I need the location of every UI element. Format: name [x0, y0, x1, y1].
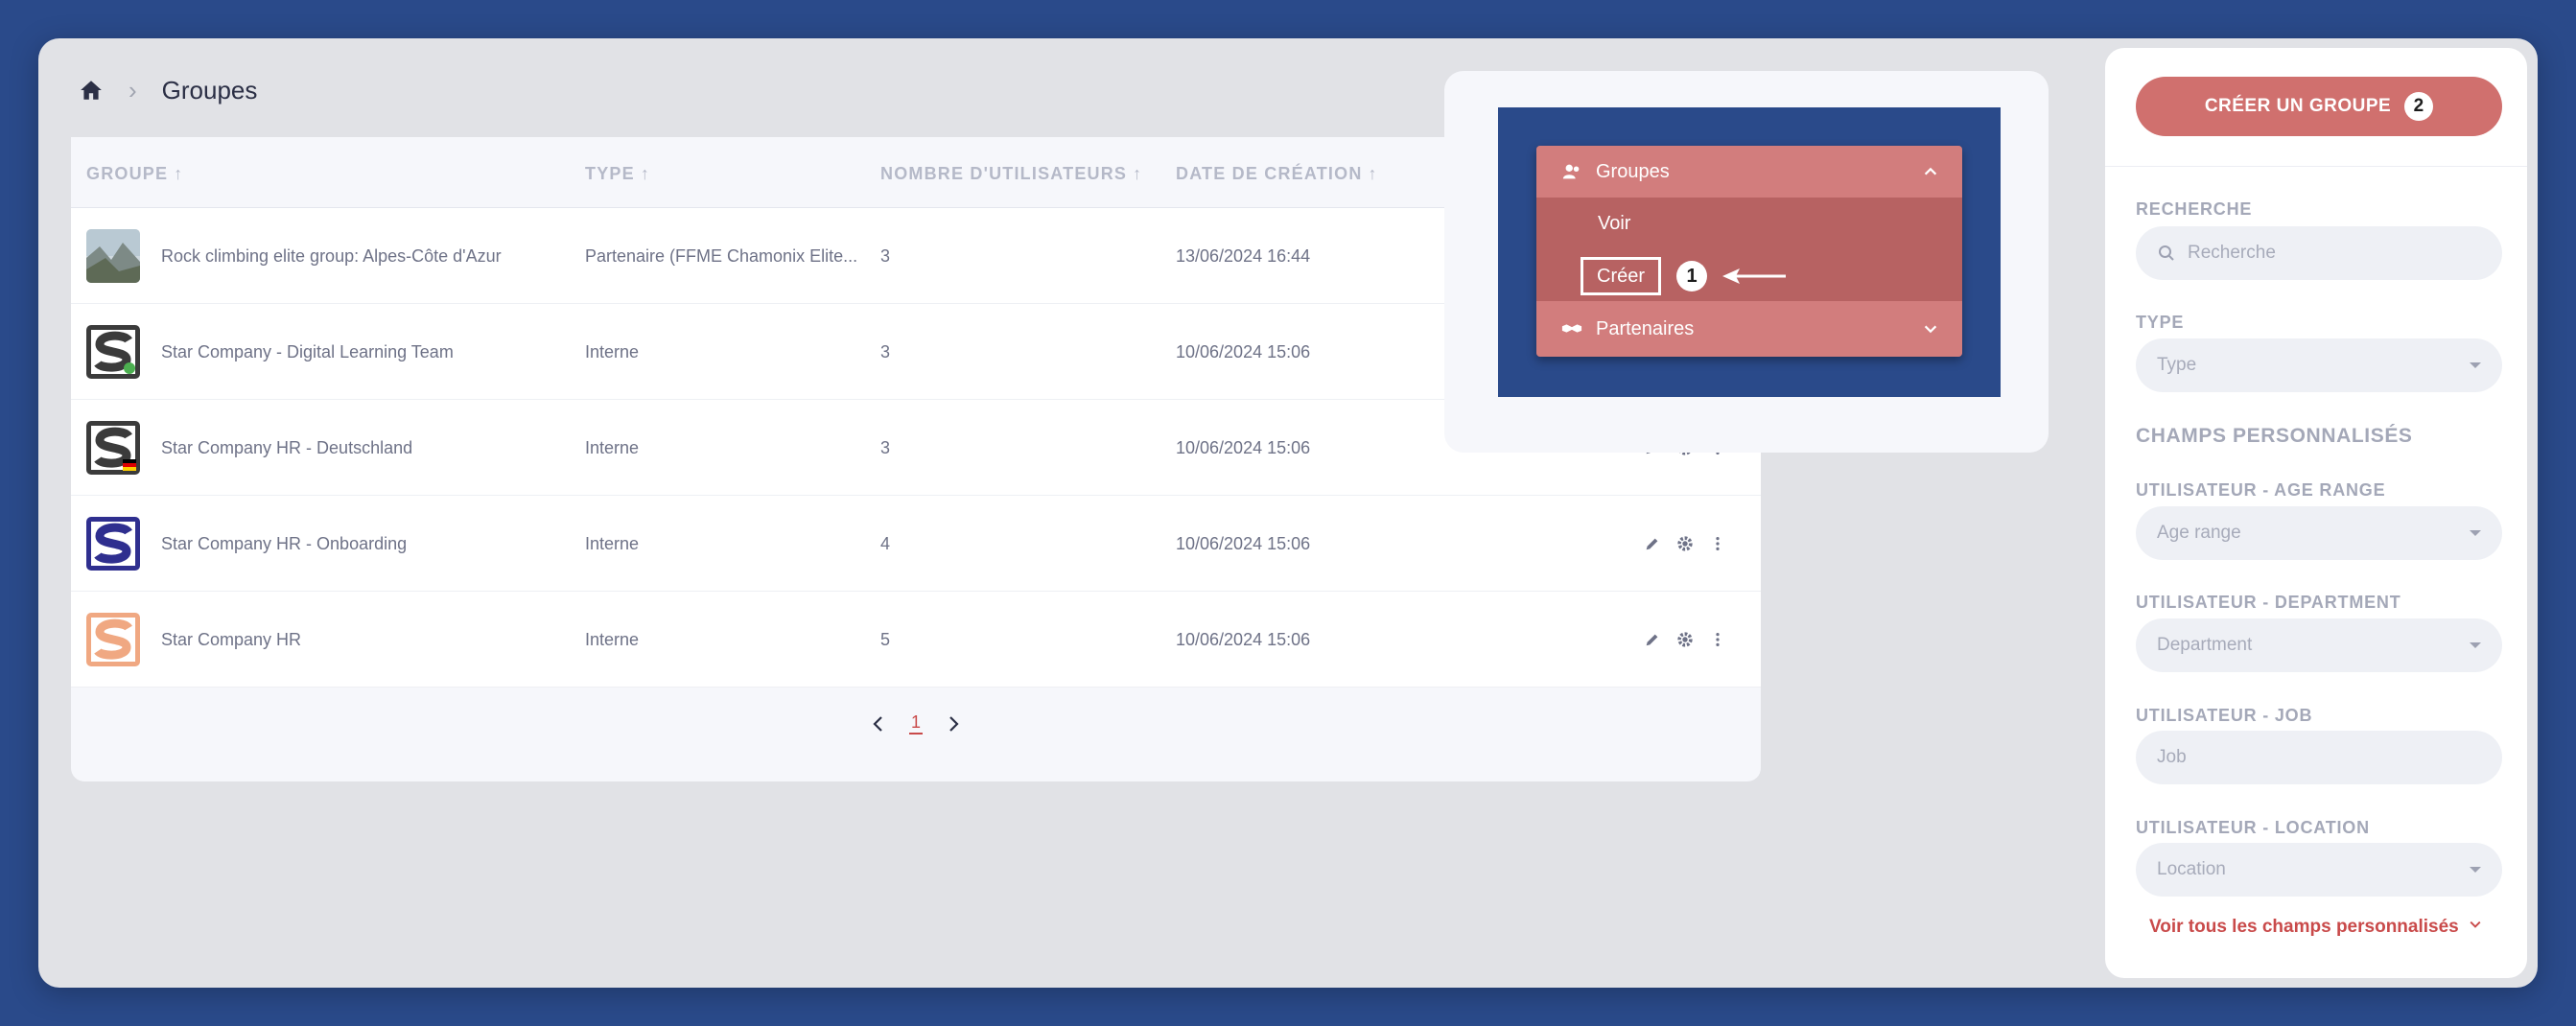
- search-icon: [2157, 244, 2176, 263]
- group-type: Partenaire (FFME Chamonix Elite...: [585, 245, 858, 266]
- age-range-select[interactable]: Age range: [2136, 506, 2502, 560]
- app-window: › Groupes GROUPE ↑ TYPE ↑ NOMBRE D'UTILISA…: [38, 38, 2538, 988]
- job-placeholder: Job: [2157, 747, 2187, 767]
- caret-down-icon: [2470, 362, 2481, 368]
- step-badge: 1: [1676, 261, 1707, 291]
- chevron-down-icon: [2468, 917, 2483, 938]
- star-company-logo-icon: [86, 421, 140, 475]
- row-actions: [1644, 592, 1726, 688]
- menu-item-label: Voir: [1598, 212, 1631, 234]
- menu-section-partenaires[interactable]: Partenaires: [1536, 301, 1962, 357]
- group-type: Interne: [585, 533, 640, 553]
- menu-item-voir[interactable]: Voir: [1536, 198, 1962, 249]
- create-group-button[interactable]: CRÉER UN GROUPE 2: [2136, 77, 2502, 136]
- group-users: 5: [880, 629, 891, 649]
- caret-down-icon: [2470, 530, 2481, 536]
- home-icon[interactable]: [79, 78, 104, 103]
- caret-down-icon: [2470, 867, 2481, 873]
- group-users: 4: [880, 533, 891, 553]
- group-type: Interne: [585, 341, 640, 361]
- table-row[interactable]: Star Company HR - Onboarding Interne 4 1…: [71, 496, 1761, 592]
- table-row[interactable]: Star Company HR Interne 5 10/06/2024 15:…: [71, 592, 1761, 688]
- group-name[interactable]: Star Company - Digital Learning Team: [161, 304, 454, 400]
- job-input[interactable]: Job: [2136, 731, 2502, 784]
- custom-fields-title: CHAMPS PERSONNALISÉS: [2136, 425, 2413, 447]
- group-name[interactable]: Star Company HR - Deutschland: [161, 400, 412, 496]
- menu-preview: Groupes Voir Créer 1 Partenaires: [1498, 107, 2001, 397]
- menu-item-creer[interactable]: Créer: [1581, 257, 1662, 295]
- menu-item-label: Créer: [1597, 265, 1646, 287]
- age-range-placeholder: Age range: [2157, 523, 2241, 543]
- users-icon: [1561, 161, 1582, 182]
- step-badge: 2: [2404, 92, 2434, 121]
- edit-icon[interactable]: [1644, 631, 1661, 648]
- caret-down-icon: [2470, 642, 2481, 648]
- edit-icon[interactable]: [1644, 535, 1661, 552]
- handshake-icon: [1561, 318, 1582, 339]
- group-date: 10/06/2024 15:06: [1176, 533, 1311, 553]
- page-number[interactable]: 1: [908, 712, 923, 735]
- menu-section-groupes[interactable]: Groupes: [1536, 146, 1962, 198]
- menu-section-label: Groupes: [1596, 160, 1670, 182]
- group-users: 3: [880, 437, 891, 457]
- more-options-icon[interactable]: [1709, 535, 1726, 552]
- search-input[interactable]: Recherche: [2136, 226, 2502, 280]
- department-placeholder: Department: [2157, 635, 2253, 655]
- show-all-custom-fields-link[interactable]: Voir tous les champs personnalisés: [2105, 917, 2527, 938]
- gear-icon[interactable]: [1676, 535, 1694, 552]
- location-select[interactable]: Location: [2136, 843, 2502, 897]
- job-label: UTILISATEUR - JOB: [2136, 706, 2313, 725]
- group-users: 3: [880, 341, 891, 361]
- group-name[interactable]: Rock climbing elite group: Alpes-Côte d'…: [161, 208, 502, 304]
- group-name[interactable]: Star Company HR - Onboarding: [161, 496, 407, 592]
- type-placeholder: Type: [2157, 355, 2197, 375]
- department-select[interactable]: Department: [2136, 618, 2502, 672]
- group-type: Interne: [585, 629, 640, 649]
- show-all-label: Voir tous les champs personnalisés: [2148, 917, 2459, 938]
- department-label: UTILISATEUR - DEPARTMENT: [2136, 593, 2401, 612]
- group-date: 10/06/2024 15:06: [1176, 629, 1311, 649]
- group-name[interactable]: Star Company HR: [161, 592, 301, 688]
- breadcrumb: › Groupes: [79, 75, 257, 105]
- menu-section-label: Partenaires: [1596, 317, 1695, 339]
- group-avatar-photo: [86, 229, 140, 283]
- divider: [2105, 166, 2527, 167]
- create-group-label: CRÉER UN GROUPE: [2204, 96, 2392, 116]
- type-select[interactable]: Type: [2136, 338, 2502, 392]
- chevron-down-icon[interactable]: [1922, 320, 1939, 338]
- column-header-type[interactable]: TYPE ↑: [585, 164, 650, 184]
- chevron-right-icon[interactable]: [944, 714, 963, 734]
- column-header-users[interactable]: NOMBRE D'UTILISATEURS ↑: [880, 164, 1142, 184]
- column-header-groupe[interactable]: GROUPE ↑: [86, 164, 183, 184]
- column-header-date[interactable]: DATE DE CRÉATION ↑: [1176, 164, 1378, 184]
- arrow-left-icon: [1721, 265, 1788, 288]
- nav-menu: Groupes Voir Créer 1 Partenaires: [1536, 146, 1962, 357]
- search-label: RECHERCHE: [2136, 199, 2253, 219]
- group-type: Interne: [585, 437, 640, 457]
- group-date: 13/06/2024 16:44: [1176, 245, 1311, 266]
- chevron-left-icon[interactable]: [869, 714, 888, 734]
- type-label: TYPE: [2136, 313, 2185, 332]
- page-title: Groupes: [161, 75, 258, 105]
- tutorial-menu-card: Groupes Voir Créer 1 Partenaires: [1444, 71, 2049, 453]
- group-date: 10/06/2024 15:06: [1176, 341, 1311, 361]
- pagination: 1: [71, 712, 1761, 735]
- breadcrumb-separator: ›: [129, 75, 137, 105]
- group-date: 10/06/2024 15:06: [1176, 437, 1311, 457]
- more-options-icon[interactable]: [1709, 631, 1726, 648]
- menu-item-creer-row: Créer 1: [1536, 249, 1962, 301]
- filter-panel: CRÉER UN GROUPE 2 RECHERCHE Recherche TY…: [2105, 48, 2527, 978]
- age-range-label: UTILISATEUR - AGE RANGE: [2136, 480, 2386, 500]
- chevron-up-icon[interactable]: [1922, 163, 1939, 180]
- star-company-logo-icon: [86, 517, 140, 571]
- location-placeholder: Location: [2157, 859, 2226, 879]
- star-company-logo-icon: [86, 613, 140, 666]
- gear-icon[interactable]: [1676, 631, 1694, 648]
- location-label: UTILISATEUR - LOCATION: [2136, 818, 2370, 837]
- star-company-logo-icon: [86, 325, 140, 379]
- search-placeholder: Recherche: [2188, 243, 2276, 263]
- row-actions: [1644, 496, 1726, 592]
- group-users: 3: [880, 245, 891, 266]
